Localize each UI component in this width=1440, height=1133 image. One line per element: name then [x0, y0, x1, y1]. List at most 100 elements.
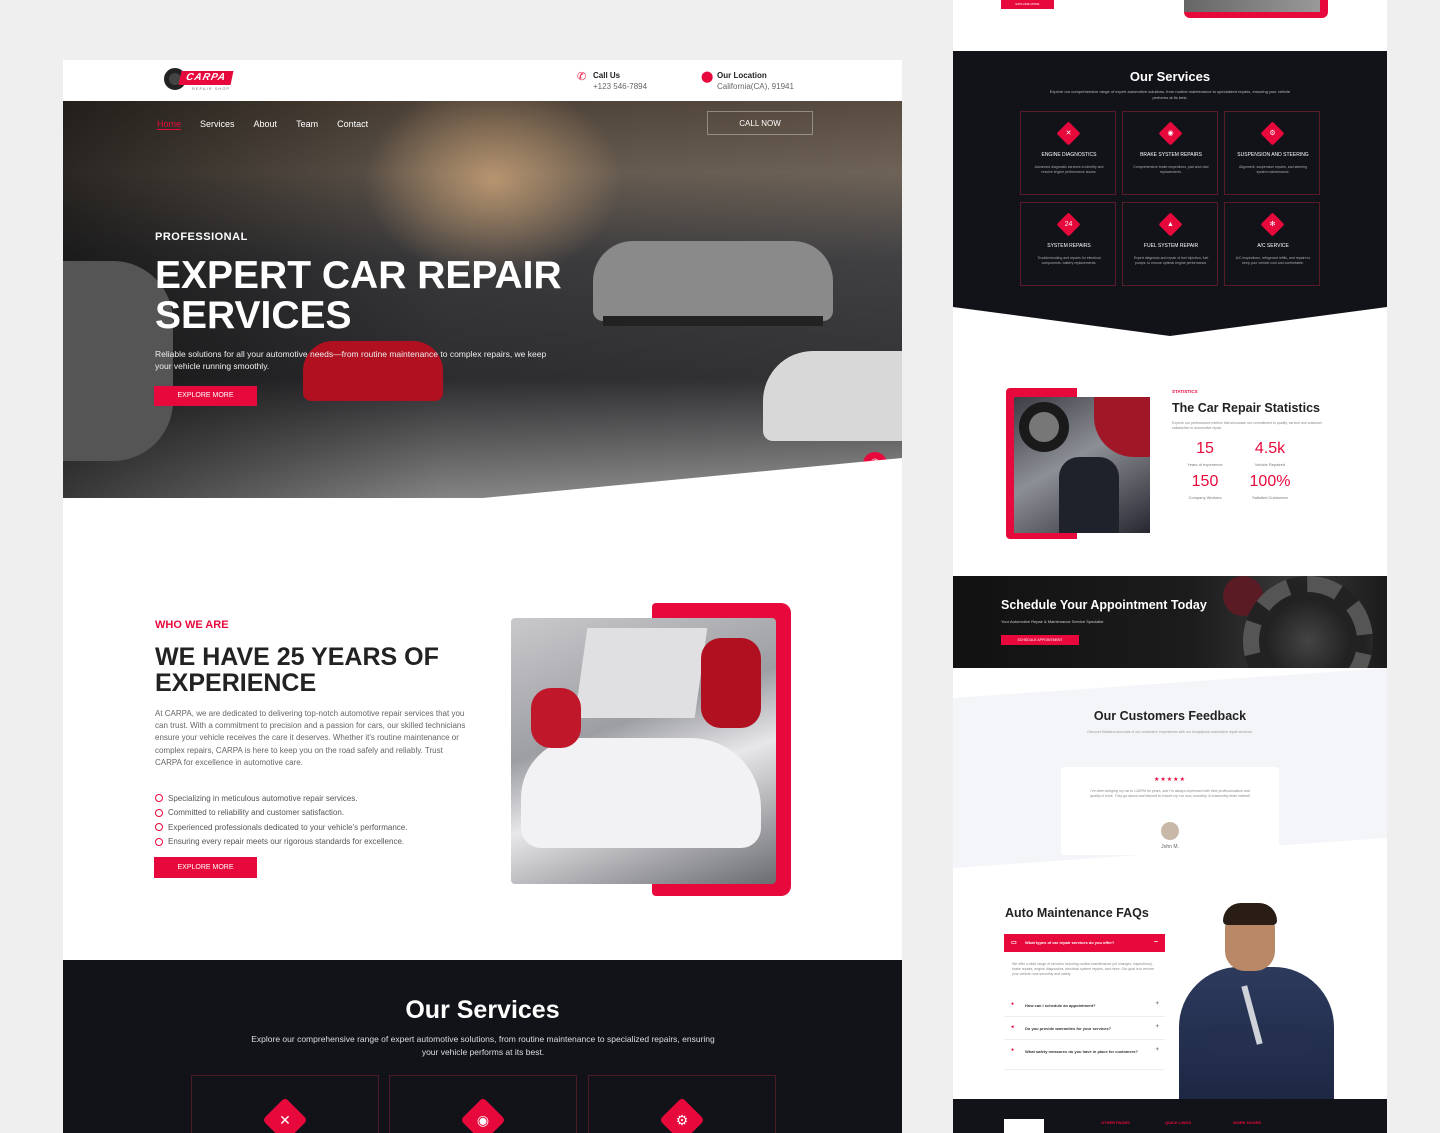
faq-item[interactable]: ● What safety measures do you have in pl… [1004, 1043, 1165, 1070]
clock-24-icon: 24 [1056, 212, 1081, 237]
homepage-preview-continued: EXPLORE MORE Our Services Explore our co… [953, 0, 1387, 1133]
mechanics-image [511, 618, 776, 884]
check-circle-icon [155, 794, 163, 803]
service-card[interactable]: ✕ [191, 1075, 379, 1133]
stat-label: Satisfied Customers [1252, 495, 1288, 500]
user-icon: ● [1011, 1001, 1015, 1007]
hero-title: EXPERT CAR REPAIR SERVICES [155, 254, 562, 337]
call-us[interactable]: ✆ Call Us +123 546-7894 [577, 71, 647, 91]
faq-answer: We offer a wide range of services includ… [1012, 962, 1155, 976]
feedback-description: Discover firsthand accounts of our custo… [1087, 730, 1253, 734]
schedule-appointment-button[interactable]: SCHEDULE APPOINTMENT [1001, 635, 1079, 645]
list-item: Ensuring every repair meets our rigorous… [155, 835, 407, 850]
nav-item-services[interactable]: Services [200, 119, 235, 130]
stat-label: Years of experience [1187, 462, 1223, 467]
brake-icon: ◉ [1158, 121, 1183, 146]
fuel-icon: ▲ [1158, 212, 1183, 237]
appointment-title: Schedule Your Appointment Today [1001, 598, 1207, 612]
about-explore-button[interactable]: EXPLORE MORE [154, 857, 257, 878]
service-card-system[interactable]: 24 SYSTEM REPAIRS Troubleshooting and re… [1020, 202, 1116, 286]
stat-value: 4.5k [1254, 440, 1286, 457]
faq-item[interactable]: ● How can I schedule an appointment? + [1004, 997, 1165, 1017]
check-circle-icon [155, 823, 163, 832]
phone-icon: ✆ [577, 71, 587, 83]
appointment-description: Your Automotive Repair & Maintenance Ser… [1001, 619, 1104, 624]
top-bar: CARPA REPAIR SHOP ✆ Call Us +123 546-789… [63, 60, 902, 101]
footer-col-title: OTHER PAGES [1101, 1120, 1130, 1125]
service-card[interactable]: ⚙ [588, 1075, 776, 1133]
main-nav: Home Services About Team Contact [157, 119, 387, 130]
check-circle-icon [155, 837, 163, 846]
avatar [1161, 822, 1179, 840]
service-card-brake[interactable]: ◉ BRAKE SYSTEM REPAIRS Comprehensive bra… [1122, 111, 1218, 195]
hero-explore-button[interactable]: EXPLORE MORE [154, 386, 257, 406]
logo-subtitle: REPAIR SHOP [192, 86, 231, 91]
mechanic-portrait-image [1179, 903, 1334, 1102]
location-pin-icon: ⬤ [701, 71, 714, 83]
call-value: +123 546-7894 [593, 82, 648, 91]
plus-icon[interactable]: + [1155, 1001, 1159, 1007]
list-item: Specializing in meticulous automotive re… [155, 791, 407, 806]
gear-icon: ⚙ [659, 1097, 705, 1133]
plus-icon[interactable]: + [1155, 1024, 1159, 1030]
list-item: Committed to reliability and customer sa… [155, 806, 407, 821]
services-description: Explore our comprehensive range of exper… [251, 1034, 715, 1057]
ac-icon: ✻ [1260, 212, 1285, 237]
service-card[interactable]: ◉ [389, 1075, 577, 1133]
stat-value: 100% [1249, 473, 1291, 490]
hero-image-white-car [763, 351, 902, 441]
services-title: Our Services [1129, 69, 1211, 84]
service-card-suspension[interactable]: ⚙ SUSPENSION AND STEERING Alignment, sus… [1224, 111, 1320, 195]
stats-kicker: STATISTICS [1172, 389, 1198, 394]
minus-icon[interactable]: − [1154, 934, 1158, 952]
service-card-engine[interactable]: ✕ ENGINE DIAGNOSTICS Advanced diagnostic… [1020, 111, 1116, 195]
wrench-icon: ✕ [262, 1097, 308, 1133]
mechanic-under-car-image [1014, 397, 1150, 533]
call-label: Call Us [593, 71, 621, 80]
faq-item[interactable]: ◂ Do you provide warranties for your ser… [1004, 1020, 1165, 1040]
hero-section: Home Services About Team Contact CALL NO… [63, 101, 902, 498]
explore-more-button[interactable]: EXPLORE MORE [1001, 0, 1054, 9]
brake-icon: ◉ [460, 1097, 506, 1133]
plus-icon[interactable]: + [1155, 1047, 1159, 1053]
about-title: WE HAVE 25 YEARS OF EXPERIENCE [155, 643, 439, 697]
testimonial-card: ★★★★★ I've been bringing my car to CARPA… [1061, 767, 1279, 855]
stats-title: The Car Repair Statistics [1172, 401, 1320, 415]
footer-logo[interactable] [1004, 1119, 1044, 1133]
testimonial-quote: I've been bringing my car to CARPA for y… [1090, 789, 1250, 798]
nav-item-team[interactable]: Team [296, 119, 318, 130]
location-label: Our Location [717, 71, 767, 80]
footer-col-title: WORK HOURS [1233, 1120, 1262, 1125]
footer-col-title: QUICK LINKS [1165, 1120, 1191, 1125]
about-kicker: WHO WE ARE [155, 619, 229, 631]
rating-stars: ★★★★★ [1154, 777, 1186, 783]
about-points: Specializing in meticulous automotive re… [155, 791, 407, 849]
about-description: At CARPA, we are dedicated to delivering… [155, 709, 466, 767]
shield-icon: ◂ [1011, 1024, 1014, 1030]
faq-title: Auto Maintenance FAQs [1005, 906, 1149, 920]
logo-text: CARPA [178, 71, 234, 85]
logo[interactable]: CARPA REPAIR SHOP [164, 68, 234, 92]
nav-item-home[interactable]: Home [157, 119, 182, 130]
testimonial-name: John M. [1161, 844, 1179, 850]
services-title: Our Services [405, 996, 560, 1024]
gear-image [1243, 576, 1373, 668]
appointment-banner: Schedule Your Appointment Today Your Aut… [953, 576, 1387, 668]
feedback-title: Our Customers Feedback [1093, 709, 1247, 723]
nav-item-about[interactable]: About [254, 119, 278, 130]
stats-description: Explore our performance metrics that sho… [1172, 421, 1323, 430]
service-card-fuel[interactable]: ▲ FUEL SYSTEM REPAIR Expert diagnosis an… [1122, 202, 1218, 286]
hero-description: Reliable solutions for all your automoti… [155, 349, 547, 371]
faq-item-open[interactable]: ▭ What types of car repair services do y… [1004, 934, 1165, 952]
our-location: ⬤ Our Location California(CA), 91941 [701, 71, 794, 91]
stat-label: Vehicle Repaired [1254, 462, 1286, 467]
stat-label: Company Workers [1188, 495, 1222, 500]
homepage-preview: CARPA REPAIR SHOP ✆ Call Us +123 546-789… [63, 60, 902, 1133]
nav-item-contact[interactable]: Contact [337, 119, 368, 130]
location-value: California(CA), 91941 [717, 82, 794, 91]
stat-value: 15 [1196, 440, 1214, 457]
call-now-button[interactable]: CALL NOW [707, 111, 813, 135]
services-description: Explore our comprehensive range of exper… [1049, 89, 1291, 100]
monitor-icon: ▭ [1011, 940, 1017, 946]
service-card-ac[interactable]: ✻ A/C SERVICE A/C inspections, refrigera… [1224, 202, 1320, 286]
